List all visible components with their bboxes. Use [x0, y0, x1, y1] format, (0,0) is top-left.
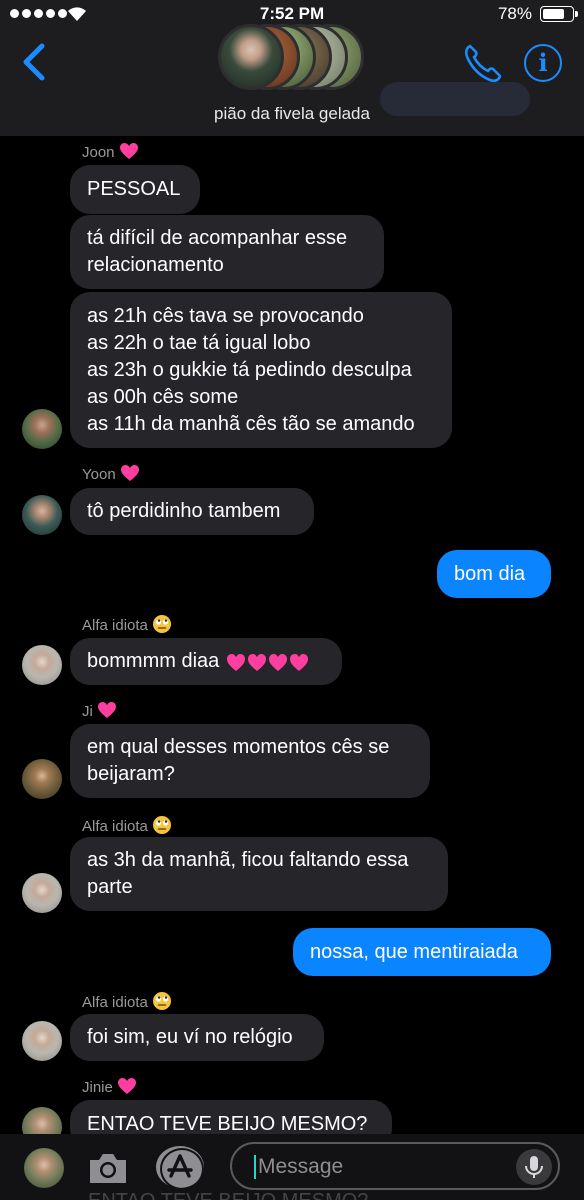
peek-message-text: ENTAO TEVE BEIJO MESMO? — [88, 1190, 368, 1200]
message-text: as 00h cês some — [87, 385, 239, 408]
message-text: as 21h cês tava se provocando — [87, 304, 364, 327]
message-text: as 11h da manhã cês tão se amando — [87, 412, 415, 435]
avatar[interactable] — [22, 409, 62, 449]
message-text: PESSOAL — [87, 178, 181, 200]
avatar[interactable] — [22, 495, 62, 535]
battery-icon — [540, 6, 578, 22]
sender-name: Jinie — [82, 1077, 137, 1099]
sparkling-heart-icon — [120, 464, 140, 486]
composer-bar: Message ENTAO TEVE BEIJO MESMO? — [0, 1134, 584, 1200]
microphone-icon[interactable] — [516, 1149, 552, 1185]
message-bubble[interactable]: bommmm diaa — [70, 638, 342, 685]
sender-name: Alfa idiota — [82, 815, 172, 839]
sparkling-hearts-emoji-icon — [225, 651, 311, 673]
message-bubble[interactable]: em qual desses momentos cês se beijaram? — [70, 724, 430, 798]
eye-roll-emoji-icon — [152, 614, 172, 638]
message-text: parte — [87, 876, 133, 898]
message-bubble[interactable]: foi sim, eu ví no relógio — [70, 1014, 324, 1061]
message-bubble[interactable]: ENTAO TEVE BEIJO MESMO? — [70, 1100, 392, 1134]
message-bubble-outgoing[interactable]: bom dia — [437, 550, 551, 598]
battery-percentage: 78% — [497, 4, 532, 23]
blurred-area — [380, 82, 530, 116]
sender-name: Alfa idiota — [82, 991, 172, 1015]
avatar — [218, 24, 284, 90]
message-bubble[interactable]: PESSOAL — [70, 165, 200, 214]
info-icon[interactable]: i — [524, 44, 562, 82]
status-bar: 7:52 PM 78% — [0, 0, 584, 28]
message-input[interactable]: Message — [230, 1142, 560, 1190]
avatar[interactable] — [22, 1021, 62, 1061]
message-text: nossa, que mentiraiada — [310, 940, 518, 963]
message-bubble[interactable]: tô perdidinho tambem — [70, 488, 314, 535]
sender-name: Joon — [82, 142, 139, 164]
message-text: relacionamento — [87, 254, 224, 276]
sender-name: Yoon — [82, 464, 140, 486]
message-text: bom dia — [454, 562, 526, 585]
camera-icon[interactable] — [86, 1150, 130, 1186]
avatar — [24, 1148, 64, 1188]
sparkling-heart-icon — [117, 1077, 137, 1099]
app-store-icon[interactable] — [156, 1146, 204, 1190]
back-chevron-icon[interactable] — [20, 42, 50, 82]
message-bubble-outgoing[interactable]: nossa, que mentiraiada — [293, 928, 551, 976]
message-text: tô perdidinho tambem — [87, 500, 281, 522]
avatar[interactable] — [22, 1107, 62, 1134]
eye-roll-emoji-icon — [152, 991, 172, 1015]
message-text: as 3h da manhã, ficou faltando essa — [87, 849, 409, 871]
message-text: beijaram? — [87, 763, 175, 785]
message-bubble[interactable]: as 3h da manhã, ficou faltando essa part… — [70, 837, 448, 911]
avatar[interactable] — [22, 645, 62, 685]
sparkling-heart-icon — [97, 701, 117, 723]
group-avatar-stack[interactable] — [218, 24, 364, 94]
message-list[interactable]: Joon PESSOAL tá difícil de acompanhar es… — [0, 136, 584, 1134]
message-text: em qual desses momentos cês se — [87, 736, 390, 758]
message-placeholder: Message — [258, 1155, 344, 1178]
avatar[interactable] — [22, 873, 62, 913]
sender-name: Ji — [82, 701, 117, 723]
message-text: tá difícil de acompanhar esse — [87, 227, 348, 249]
message-text: ENTAO TEVE BEIJO MESMO? — [87, 1112, 368, 1135]
avatar[interactable] — [22, 759, 62, 799]
sender-name: Alfa idiota — [82, 614, 172, 638]
message-text: as 22h o tae tá igual lobo — [87, 331, 311, 354]
message-text: foi sim, eu ví no relógio — [87, 1026, 293, 1048]
phone-icon[interactable] — [462, 42, 502, 84]
text-cursor — [254, 1155, 256, 1179]
clock: 7:52 PM — [259, 4, 325, 23]
sparkling-heart-icon — [119, 142, 139, 164]
message-text: as 23h o gukkie tá pedindo desculpa — [87, 358, 412, 381]
message-text: bommmm diaa — [87, 650, 220, 672]
message-bubble[interactable]: tá difícil de acompanhar esse relacionam… — [70, 215, 384, 289]
message-bubble[interactable]: as 21h cês tava se provocando as 22h o t… — [70, 292, 452, 448]
eye-roll-emoji-icon — [152, 815, 172, 839]
